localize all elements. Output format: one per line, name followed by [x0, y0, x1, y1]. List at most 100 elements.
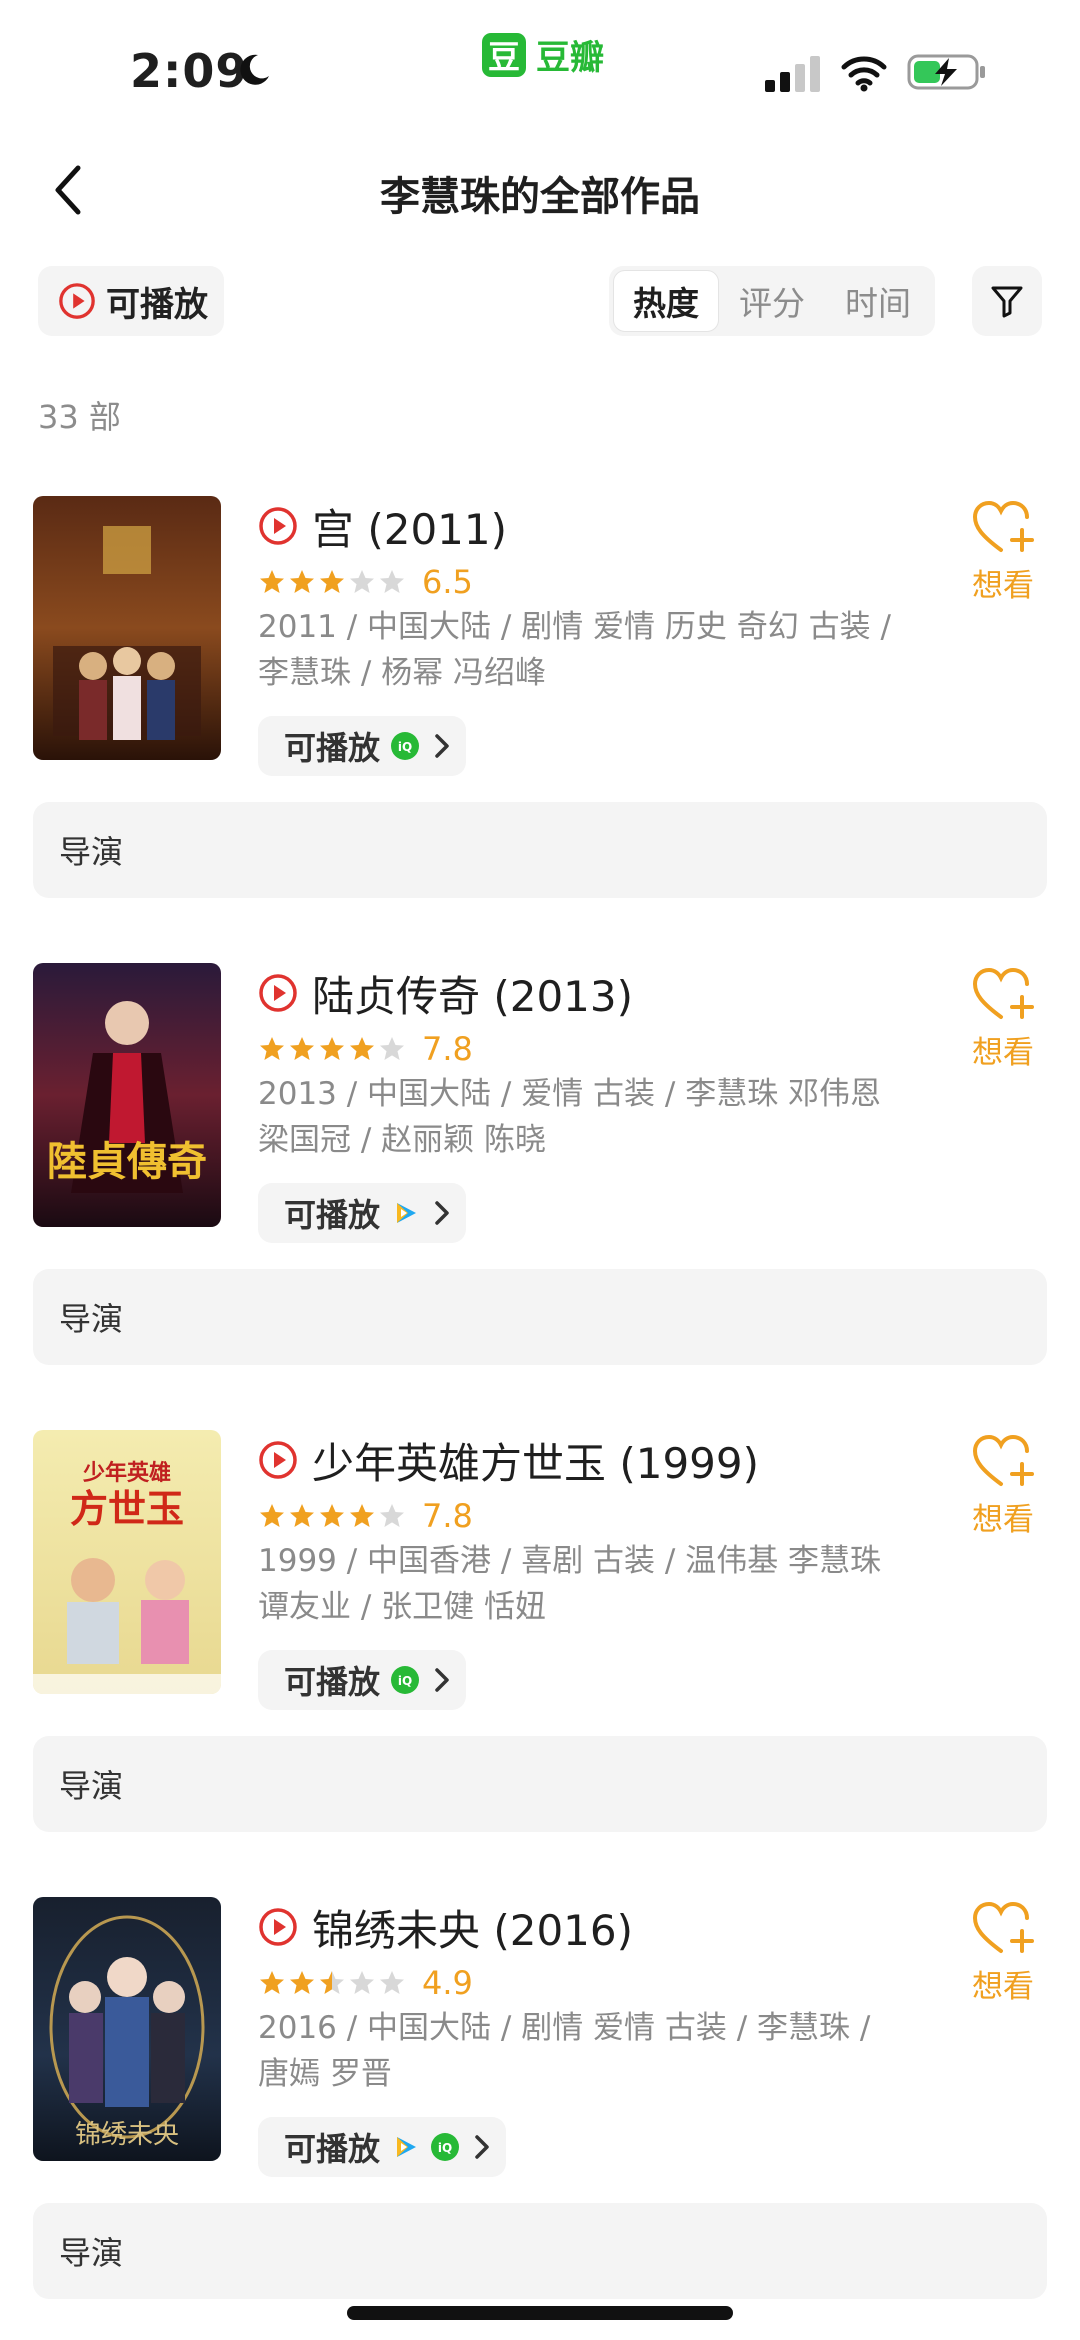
want-to-watch-button[interactable]: 想看 — [968, 1434, 1038, 1539]
star-filled-icon — [260, 1971, 284, 1994]
chevron-right-icon — [475, 2135, 489, 2159]
item-title[interactable]: 宫 (2011) — [312, 496, 507, 557]
role-bar: 导演 — [33, 802, 1047, 898]
want-to-watch-button[interactable]: 想看 — [968, 1901, 1038, 2006]
star-empty-icon — [350, 1971, 374, 1994]
want-to-watch-button[interactable]: 想看 — [968, 967, 1038, 1072]
item-meta: 2016 / 中国大陆 / 剧情 爱情 古装 / 李慧珠 / 唐嫣 罗晋 — [258, 2010, 871, 2092]
list-item[interactable]: 陸貞傳奇 陆贞传奇 (2013) 7.8 2013 / 中国大陆 / 爱情 古装… — [0, 963, 1080, 1373]
star-filled-icon — [290, 570, 314, 593]
chevron-right-icon — [435, 734, 449, 758]
star-rating — [258, 568, 408, 596]
status-time: 2:09 — [130, 44, 249, 98]
star-half-icon — [320, 1971, 344, 1994]
star-filled-icon — [260, 1504, 284, 1527]
star-rating — [258, 1035, 408, 1063]
poster-image[interactable]: 少年英雄 方世玉 — [33, 1430, 221, 1694]
star-filled-icon — [350, 1037, 374, 1060]
rating-score: 4.9 — [422, 1964, 473, 2002]
rating-score: 7.8 — [422, 1497, 473, 1535]
svg-text:锦绣未央: 锦绣未央 — [75, 2120, 179, 2150]
item-title[interactable]: 少年英雄方世玉 (1999) — [312, 1430, 759, 1491]
play-sources-label: 可播放 — [284, 1663, 381, 1701]
status-bar: 2:09 豆 豆瓣 — [0, 0, 1080, 150]
star-filled-icon — [260, 570, 284, 593]
star-empty-icon — [380, 1037, 404, 1060]
play-sources-label: 可播放 — [284, 1196, 381, 1234]
app-name: 豆瓣 — [536, 38, 604, 78]
wifi-icon — [841, 56, 887, 92]
iqiyi-icon: iQ — [391, 1666, 420, 1694]
want-to-watch-button[interactable]: 想看 — [968, 500, 1038, 605]
svg-text:iQ: iQ — [398, 740, 412, 754]
iqiyi-icon: iQ — [391, 732, 420, 760]
app-badge: 豆 豆瓣 — [482, 30, 604, 79]
poster-image[interactable] — [33, 496, 221, 760]
want-to-watch-label: 想看 — [972, 1969, 1034, 2005]
playable-filter-chip[interactable]: 可播放 — [38, 266, 224, 336]
heart-add-icon — [972, 967, 1034, 1019]
star-filled-icon — [260, 1037, 284, 1060]
play-circle-icon — [259, 1908, 297, 1946]
playable-filter-label: 可播放 — [106, 284, 208, 325]
star-rating — [258, 1969, 408, 1997]
home-indicator[interactable] — [347, 2306, 733, 2320]
tencent-video-icon — [397, 1203, 417, 1223]
play-circle-icon — [259, 1441, 297, 1479]
list-item[interactable]: 锦绣未央 锦绣未央 (2016) 4.9 2016 / 中国大陆 / 剧情 爱情… — [0, 1897, 1080, 2307]
poster-image[interactable]: 锦绣未央 — [33, 1897, 221, 2161]
play-circle-icon — [259, 507, 297, 545]
play-sources-button[interactable]: 可播放 iQ — [258, 1650, 467, 1710]
role-bar: 导演 — [33, 1736, 1047, 1832]
tencent-video-icon — [397, 2137, 417, 2157]
item-title[interactable]: 陆贞传奇 (2013) — [312, 963, 633, 1024]
sort-tabs: 热度 评分 时间 — [609, 266, 935, 336]
role-bar: 导演 — [33, 2203, 1047, 2299]
list-item[interactable]: 宫 (2011) 6.5 2011 / 中国大陆 / 剧情 爱情 历史 奇幻 古… — [0, 496, 1080, 906]
iqiyi-icon: iQ — [431, 2133, 460, 2161]
filter-funnel-icon — [991, 286, 1023, 318]
play-sources-label: 可播放 — [284, 2130, 381, 2168]
rating-score: 7.8 — [422, 1030, 473, 1068]
sort-tab-popularity[interactable]: 热度 — [613, 270, 719, 332]
play-circle-icon — [59, 283, 95, 319]
role-bar: 导演 — [33, 1269, 1047, 1365]
svg-text:iQ: iQ — [398, 1674, 412, 1688]
play-sources-button[interactable]: 可播放 iQ — [258, 716, 467, 776]
want-to-watch-label: 想看 — [972, 1035, 1034, 1071]
star-filled-icon — [290, 1037, 314, 1060]
poster-image[interactable]: 陸貞傳奇 — [33, 963, 221, 1227]
play-sources-button[interactable]: 可播放 — [258, 1183, 467, 1243]
douban-logo-icon: 豆 — [482, 32, 526, 77]
star-filled-icon — [290, 1504, 314, 1527]
star-filled-icon — [290, 1971, 314, 1994]
chevron-right-icon — [435, 1668, 449, 1692]
svg-text:少年英雄: 少年英雄 — [82, 1460, 171, 1486]
svg-text:iQ: iQ — [438, 2141, 452, 2155]
want-to-watch-label: 想看 — [972, 1502, 1034, 1538]
star-empty-icon — [350, 570, 374, 593]
play-circle-icon — [259, 974, 297, 1012]
star-rating — [258, 1502, 408, 1530]
star-filled-icon — [350, 1504, 374, 1527]
play-sources-button[interactable]: 可播放 iQ — [258, 2117, 507, 2177]
sort-tab-time[interactable]: 时间 — [825, 270, 931, 332]
star-empty-icon — [380, 570, 404, 593]
cellular-signal-icon — [765, 56, 820, 92]
battery-charging-icon — [907, 54, 985, 90]
item-meta: 2013 / 中国大陆 / 爱情 古装 / 李慧珠 邓伟恩 梁国冠 / 赵丽颖 … — [258, 1076, 882, 1158]
sort-tab-rating[interactable]: 评分 — [719, 270, 825, 332]
filter-button[interactable] — [972, 266, 1042, 336]
svg-text:方世玉: 方世玉 — [70, 1486, 184, 1531]
chevron-right-icon — [435, 1201, 449, 1225]
star-filled-icon — [320, 1037, 344, 1060]
svg-text:陸貞傳奇: 陸貞傳奇 — [47, 1138, 207, 1185]
star-empty-icon — [380, 1504, 404, 1527]
play-sources-label: 可播放 — [284, 729, 381, 767]
star-filled-icon — [320, 570, 344, 593]
list-item[interactable]: 少年英雄 方世玉 少年英雄方世玉 (1999) 7.8 1999 / 中国香港 … — [0, 1430, 1080, 1840]
item-title[interactable]: 锦绣未央 (2016) — [312, 1897, 633, 1958]
star-filled-icon — [320, 1504, 344, 1527]
page-title: 李慧珠的全部作品 — [380, 174, 700, 220]
moon-icon — [240, 54, 269, 85]
